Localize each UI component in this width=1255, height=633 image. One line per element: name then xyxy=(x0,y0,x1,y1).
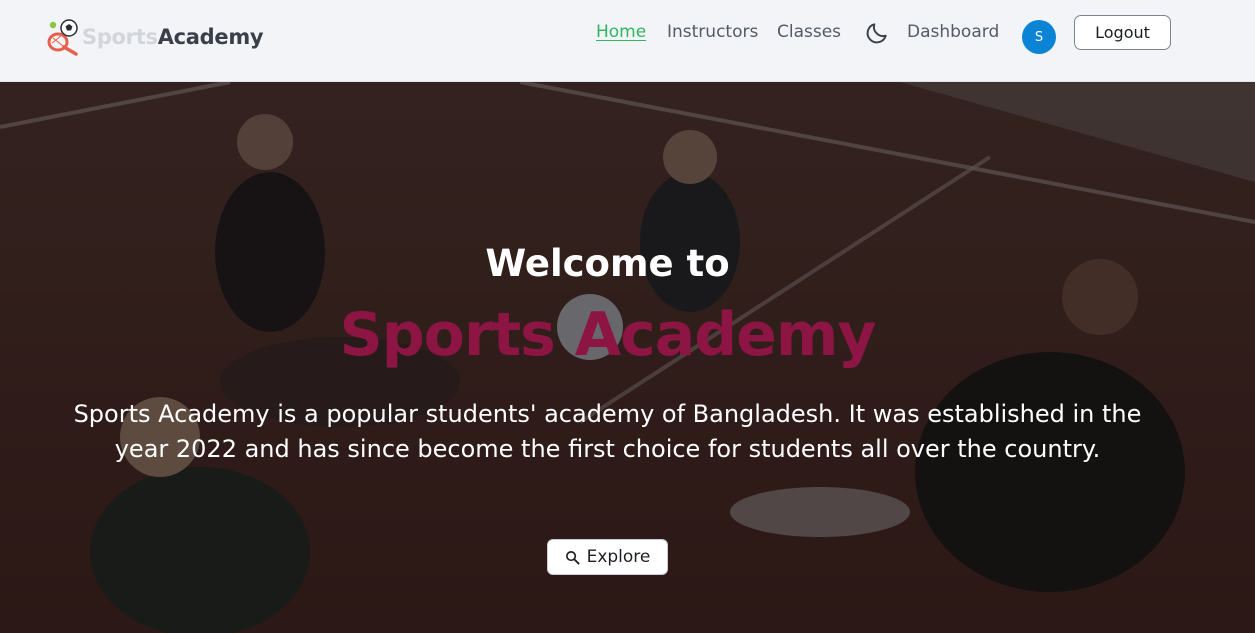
logout-button[interactable]: Logout xyxy=(1074,15,1171,50)
hero-title: Sports Academy xyxy=(339,300,876,370)
explore-label: Explore xyxy=(586,547,651,567)
nav-link-dashboard[interactable]: Dashboard xyxy=(907,22,999,42)
logo-text-sports: Sports xyxy=(82,25,158,49)
hero-welcome-text: Welcome to xyxy=(485,242,730,285)
site-logo[interactable]: SportsAcademy xyxy=(44,18,264,56)
logo-text-academy: Academy xyxy=(157,25,264,49)
user-avatar[interactable]: S xyxy=(1022,20,1056,54)
nav-link-instructors[interactable]: Instructors xyxy=(667,22,758,42)
search-icon xyxy=(565,550,580,565)
moon-icon[interactable] xyxy=(864,20,890,46)
hero-banner: Welcome to Sports Academy Sports Academy… xyxy=(0,82,1255,633)
navbar: SportsAcademy Home Instructors Classes D… xyxy=(0,0,1255,82)
logo-text: SportsAcademy xyxy=(82,25,264,49)
sports-ball-racket-icon xyxy=(47,19,78,56)
explore-button[interactable]: Explore xyxy=(547,539,668,575)
hero-description: Sports Academy is a popular students' ac… xyxy=(73,400,1142,463)
nav-link-home[interactable]: Home xyxy=(596,22,646,42)
nav-link-classes[interactable]: Classes xyxy=(777,22,841,42)
